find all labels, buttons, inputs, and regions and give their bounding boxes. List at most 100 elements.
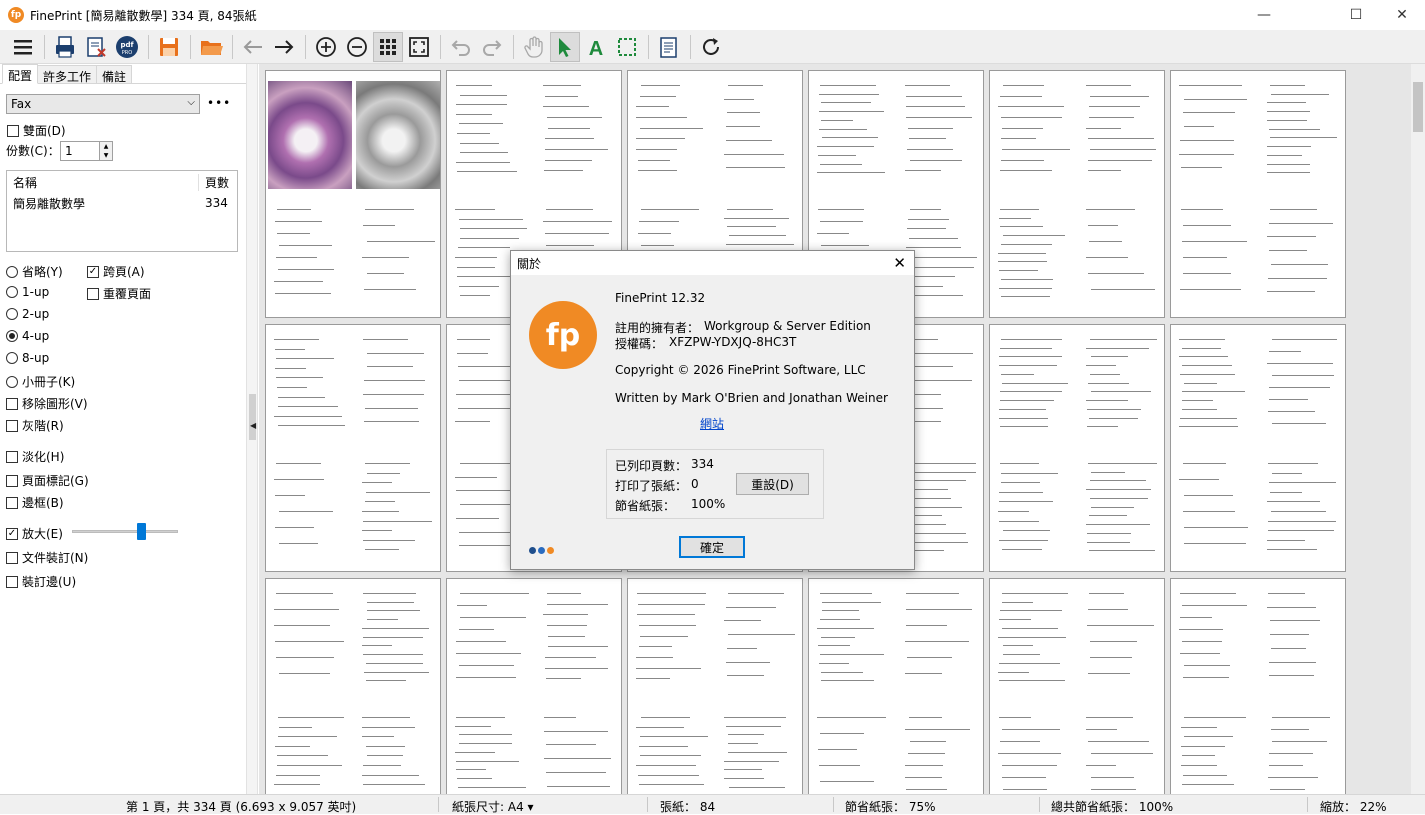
slider-thumb[interactable] (137, 523, 146, 540)
gutter-checkbox[interactable]: 裝訂邊(U) (6, 573, 76, 590)
preview-sheet[interactable] (989, 70, 1165, 318)
refresh-icon[interactable] (696, 32, 726, 62)
text-line (363, 339, 408, 340)
maximize-icon[interactable]: ☐ (1333, 0, 1379, 30)
text-line (1184, 665, 1230, 666)
preview-sheet[interactable] (1170, 70, 1346, 318)
notes-icon[interactable] (654, 32, 684, 62)
checkbox-label: 頁面標記(G) (22, 472, 89, 489)
radio-2-up[interactable]: 2-up (6, 307, 49, 321)
delete-job-icon[interactable] (81, 32, 111, 62)
text-icon[interactable]: A (581, 32, 611, 62)
binding-checkbox[interactable]: 文件裝訂(N) (6, 549, 88, 566)
fit-icon[interactable] (404, 32, 434, 62)
duplex-label: 雙面(D) (23, 122, 66, 139)
preview-sheet[interactable] (1170, 324, 1346, 572)
preview-sheet[interactable] (989, 578, 1165, 794)
minimize-icon[interactable]: — (1241, 0, 1287, 30)
preview-sheet[interactable] (627, 578, 803, 794)
text-line (455, 752, 495, 753)
text-line (1271, 729, 1309, 730)
enlarge-slider[interactable] (72, 530, 178, 533)
text-line (906, 609, 972, 610)
preview-sheet[interactable] (989, 324, 1165, 572)
text-line (1181, 746, 1225, 747)
forward-icon[interactable] (269, 32, 299, 62)
stepper-down-icon[interactable]: ▼ (99, 151, 112, 160)
text-line (640, 96, 676, 97)
text-line (1183, 273, 1231, 274)
borders-checkbox[interactable]: 邊框(B) (6, 494, 64, 511)
pdf-pro-icon[interactable]: pdfPRO (112, 32, 142, 62)
panel-splitter[interactable]: ◀ (246, 64, 258, 794)
text-line (1183, 463, 1226, 464)
page-marks-checkbox[interactable]: 頁面標記(G) (6, 472, 89, 489)
tab-multiple-jobs[interactable]: 許多工作 (37, 65, 97, 83)
grayscale-checkbox[interactable]: 灰階(R) (6, 417, 64, 434)
text-line (1267, 501, 1320, 502)
duplex-checkbox[interactable]: 雙面(D) (7, 122, 66, 139)
back-icon[interactable] (238, 32, 268, 62)
preview-sheet[interactable] (265, 70, 441, 318)
stepper-up-icon[interactable]: ▲ (99, 142, 112, 151)
preview-sheet[interactable] (446, 578, 622, 794)
text-line (727, 209, 773, 210)
enlarge-checkbox[interactable]: ✓放大(E) (6, 525, 63, 542)
text-line (728, 752, 787, 753)
text-line (455, 477, 497, 478)
radio-booklet[interactable]: 小冊子(K) (6, 373, 75, 390)
table-row[interactable]: 簡易離散數學 334 (7, 193, 237, 213)
print-icon[interactable] (50, 32, 80, 62)
text-line (275, 293, 331, 294)
close-icon[interactable]: ✕ (893, 254, 906, 272)
collapse-left-icon[interactable]: ◀ (250, 421, 256, 430)
save-icon[interactable] (154, 32, 184, 62)
preview-sheet[interactable] (808, 578, 984, 794)
paper-size-select[interactable]: 紙張尺寸: A4 ▾ (452, 798, 534, 815)
vertical-scrollbar[interactable] (1411, 64, 1425, 794)
radio-1-up[interactable]: 1-up (6, 285, 49, 299)
text-line (1086, 729, 1117, 730)
tab-layout[interactable]: 配置 (2, 64, 38, 84)
redo-icon[interactable] (477, 32, 507, 62)
radio-omit[interactable]: 省略(Y) (6, 263, 63, 280)
open-icon[interactable] (196, 32, 226, 62)
tab-notes[interactable]: 備註 (96, 65, 132, 83)
preview-sheet[interactable] (1170, 578, 1346, 794)
select-arrow-icon[interactable] (550, 32, 580, 62)
preview-sheet[interactable] (265, 578, 441, 794)
cross-page-checkbox[interactable]: ✓跨頁(A) (87, 263, 145, 280)
website-link[interactable]: 網站 (700, 415, 724, 432)
zoom-in-icon[interactable] (311, 32, 341, 62)
radio-8-up[interactable]: 8-up (6, 351, 49, 365)
undo-icon[interactable] (446, 32, 476, 62)
scrollbar-thumb[interactable] (1413, 82, 1423, 132)
ok-button[interactable]: 確定 (679, 536, 745, 558)
settings-panel: 配置 許多工作 備註 Fax⌵ ••• 雙面(D) 份數(C)： 1▲▼ 名稱 … (0, 64, 246, 794)
name-column-header[interactable]: 名稱 (7, 174, 199, 191)
copies-stepper[interactable]: 1▲▼ (60, 141, 113, 161)
radio-4-up[interactable]: 4-up (6, 329, 49, 343)
printer-select[interactable]: Fax⌵ (6, 94, 200, 114)
hand-icon[interactable] (519, 32, 549, 62)
crop-icon[interactable] (612, 32, 642, 62)
text-line (457, 778, 492, 779)
menu-icon[interactable] (8, 32, 38, 62)
splitter-grip[interactable] (249, 394, 256, 440)
grid-view-icon[interactable] (373, 32, 403, 62)
text-line (1090, 149, 1156, 150)
remove-graphics-checkbox[interactable]: 移除圖形(V) (6, 395, 88, 412)
zoom-out-icon[interactable] (342, 32, 372, 62)
text-line (910, 507, 962, 508)
text-line (909, 542, 968, 543)
printer-more-button[interactable]: ••• (207, 96, 231, 110)
reset-button[interactable]: 重設(D) (736, 473, 809, 495)
close-window-icon[interactable]: ✕ (1379, 0, 1425, 30)
text-line (724, 761, 779, 762)
fade-checkbox[interactable]: 淡化(H) (6, 448, 64, 465)
pages-column-header[interactable]: 頁數 (199, 174, 229, 191)
toolbar: pdfPRO A (0, 30, 1425, 64)
preview-sheet[interactable] (265, 324, 441, 572)
text-line (456, 114, 492, 115)
overlay-checkbox[interactable]: 重覆頁面 (87, 285, 151, 302)
